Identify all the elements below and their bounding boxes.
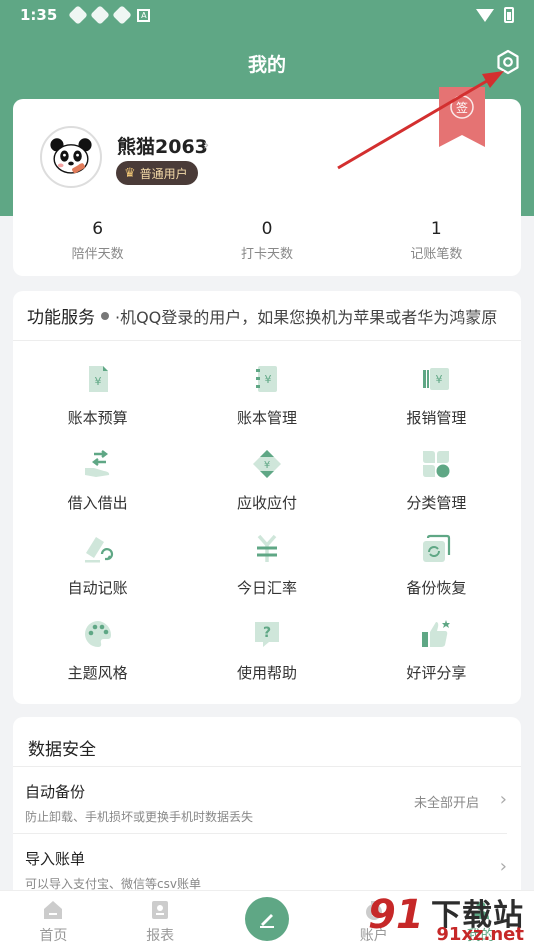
stats-row: 6 陪伴天数 0 打卡天数 1 记账笔数 xyxy=(13,219,521,262)
tab-add-record[interactable] xyxy=(214,891,321,950)
function-reimburse[interactable]: ¥ 报销管理 xyxy=(352,363,521,448)
function-label: 备份恢复 xyxy=(406,579,467,597)
function-receivable[interactable]: ¥ 应收应付 xyxy=(182,448,351,533)
auto-record-icon xyxy=(84,537,113,563)
status-time: 1:35 xyxy=(20,6,58,24)
notification-a-icon: A xyxy=(137,8,151,22)
function-label: 账本管理 xyxy=(236,409,297,427)
pen-icon xyxy=(259,914,274,928)
chevron-right-icon: › xyxy=(499,789,507,810)
add-record-button[interactable] xyxy=(244,897,289,941)
svg-text:¥: ¥ xyxy=(264,460,270,471)
function-services-card: 功能服务 ·机QQ登录的用户，如果您换机为苹果或者华为鸿蒙原 ¥ 账本预算 ¥ … xyxy=(13,291,521,704)
function-help[interactable]: ? 使用帮助 xyxy=(182,618,351,703)
function-auto-record[interactable]: 自动记账 xyxy=(13,533,182,618)
member-badge: ♛ 普通用户 xyxy=(116,161,198,185)
function-label: 好评分享 xyxy=(406,664,467,682)
budget-icon: ¥ xyxy=(88,366,108,392)
row-title: 导入账单 xyxy=(25,850,86,868)
function-label: 使用帮助 xyxy=(236,664,297,682)
status-right xyxy=(476,7,514,23)
function-label: 主题风格 xyxy=(67,664,128,682)
function-category[interactable]: 分类管理 xyxy=(352,448,521,533)
stat-label: 陪伴天数 xyxy=(71,247,124,262)
row-value: 未全部开启 xyxy=(413,796,479,811)
svg-text:¥: ¥ xyxy=(94,375,101,388)
watermark-site: 91xz.net xyxy=(436,924,524,945)
palette-icon xyxy=(84,621,111,647)
stat-checkin-days[interactable]: 0 打卡天数 xyxy=(182,219,351,262)
page-title: 我的 xyxy=(247,54,286,76)
announcement-dot-icon xyxy=(101,311,109,320)
receivable-icon: ¥ xyxy=(252,450,281,478)
help-icon: ? xyxy=(254,622,279,647)
backup-icon xyxy=(423,534,451,562)
stat-value: 6 xyxy=(92,219,104,239)
status-icons: A xyxy=(68,5,151,25)
function-label: 应收应付 xyxy=(236,494,297,512)
function-budget[interactable]: ¥ 账本预算 xyxy=(13,363,182,448)
member-label: 普通用户 xyxy=(139,166,188,181)
crown-icon: ♛ xyxy=(124,165,136,181)
home-icon xyxy=(44,901,63,919)
svg-text:?: ? xyxy=(263,625,271,641)
function-grid: ¥ 账本预算 ¥ 账本管理 ¥ 报销管理 借入借出 ¥ 应收应付 分类管理 自动… xyxy=(13,341,521,703)
sign-in-label: 签 xyxy=(456,100,468,115)
username[interactable]: 熊猫2063 xyxy=(117,132,208,159)
auto-backup-row[interactable]: 自动备份 防止卸载、手机损坏或更换手机时数据丢失 未全部开启 › xyxy=(13,767,507,834)
function-label: 借入借出 xyxy=(67,494,128,512)
ledger-icon: ¥ xyxy=(255,366,277,392)
stat-value: 1 xyxy=(430,219,442,239)
tab-home[interactable]: 首页 xyxy=(0,891,107,950)
stat-record-count[interactable]: 1 记账笔数 xyxy=(352,219,521,262)
notification-icon xyxy=(112,5,133,25)
watermark-logo: 91 xyxy=(368,892,424,938)
data-security-title: 数据安全 xyxy=(13,717,521,767)
stat-companion-days[interactable]: 6 陪伴天数 xyxy=(13,219,182,262)
function-ledger[interactable]: ¥ 账本管理 xyxy=(182,363,351,448)
function-label: 今日汇率 xyxy=(236,579,297,597)
battery-icon xyxy=(504,7,514,23)
function-services-title: 功能服务 xyxy=(27,308,95,328)
data-security-card: 数据安全 自动备份 防止卸载、手机损坏或更换手机时数据丢失 未全部开启 › 导入… xyxy=(13,717,521,917)
function-lend-borrow[interactable]: 借入借出 xyxy=(13,448,182,533)
announcement-marquee[interactable]: ·机QQ登录的用户，如果您换机为苹果或者华为鸿蒙原 xyxy=(115,304,497,328)
lend-borrow-icon xyxy=(84,450,109,477)
status-bar: 1:35 A xyxy=(0,0,534,30)
sign-in-ribbon-icon[interactable]: 签 xyxy=(439,87,485,147)
notification-icon xyxy=(90,5,111,25)
tab-report[interactable]: 报表 xyxy=(107,891,214,950)
site-watermark: 91 下载站 91xz.net xyxy=(358,888,528,948)
tab-label: 报表 xyxy=(146,928,175,944)
function-services-header: 功能服务 ·机QQ登录的用户，如果您换机为苹果或者华为鸿蒙原 xyxy=(13,291,521,341)
reimburse-icon: ¥ xyxy=(423,368,450,390)
function-label: 账本预算 xyxy=(67,409,128,427)
wifi-icon xyxy=(476,8,494,22)
function-backup[interactable]: 备份恢复 xyxy=(352,533,521,618)
panda-avatar-icon xyxy=(43,129,99,185)
svg-text:¥: ¥ xyxy=(436,373,443,386)
stat-label: 打卡天数 xyxy=(240,247,293,262)
thumbs-up-icon xyxy=(422,620,451,647)
function-label: 自动记账 xyxy=(67,579,128,597)
settings-gear-icon[interactable] xyxy=(494,48,522,76)
chevron-right-icon[interactable]: › xyxy=(203,135,209,154)
tab-label: 首页 xyxy=(39,928,68,944)
function-label: 报销管理 xyxy=(406,409,467,427)
report-icon xyxy=(152,901,169,919)
avatar[interactable] xyxy=(40,126,102,188)
function-theme[interactable]: 主题风格 xyxy=(13,618,182,703)
stat-value: 0 xyxy=(261,219,273,239)
function-rate-share[interactable]: 好评分享 xyxy=(352,618,521,703)
function-label: 分类管理 xyxy=(406,494,467,512)
chevron-right-icon: › xyxy=(499,856,507,877)
svg-text:¥: ¥ xyxy=(264,373,271,386)
function-exchange-rate[interactable]: 今日汇率 xyxy=(182,533,351,618)
stat-label: 记账笔数 xyxy=(410,247,463,262)
profile-card: 熊猫2063 › ♛ 普通用户 签 6 陪伴天数 0 打卡天数 1 记账笔数 xyxy=(13,87,521,276)
notification-icon xyxy=(68,5,89,25)
exchange-rate-icon xyxy=(256,534,277,562)
category-icon xyxy=(423,451,450,478)
